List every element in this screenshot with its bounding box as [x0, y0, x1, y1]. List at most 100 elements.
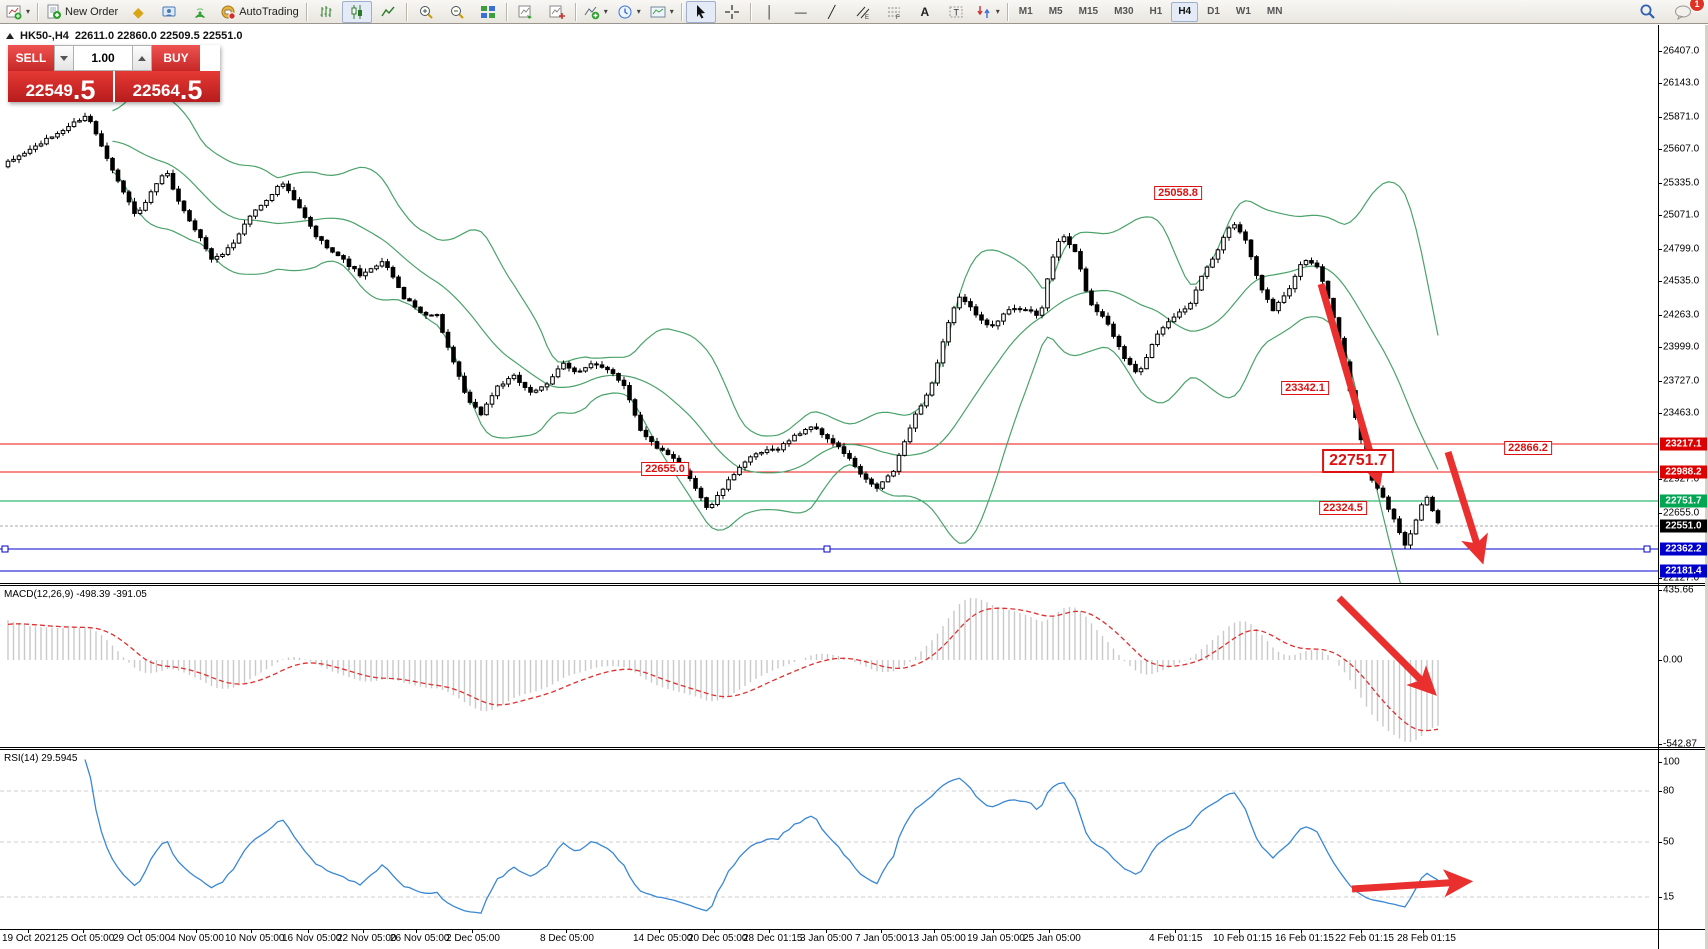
horizontal-line-tool-button[interactable]: — [786, 1, 816, 23]
triangle-up-icon [138, 56, 146, 61]
autotrading-button[interactable]: AutoTrading [216, 1, 303, 23]
chart-shift-button[interactable] [542, 1, 572, 23]
candlestick-mode-button[interactable] [342, 1, 372, 23]
time-tick-mark [196, 929, 197, 933]
bar-chart-icon [318, 4, 334, 20]
zoom-out-button[interactable] [442, 1, 472, 23]
sell-price-fraction: .5 [73, 79, 96, 101]
zoom-in-button[interactable] [411, 1, 441, 23]
price-annotation[interactable]: 22751.7 [1322, 449, 1394, 473]
buy-price[interactable]: 22564.5 [115, 71, 220, 102]
templates-button[interactable]: ▾ [646, 1, 678, 23]
notifications-button[interactable]: 1 [1668, 1, 1698, 23]
signals-button[interactable] [185, 1, 215, 23]
buy-button[interactable]: BUY [152, 45, 200, 71]
timeframe-button-M15[interactable]: M15 [1072, 2, 1105, 22]
toolbar-separator [506, 3, 508, 21]
macd-pane[interactable] [0, 586, 1658, 746]
rsi-axis-label: 50 [1663, 837, 1674, 848]
triangle-down-icon [60, 56, 68, 61]
price-annotation[interactable]: 23342.1 [1281, 381, 1329, 395]
time-axis-label: 13 Jan 05:00 [908, 933, 966, 944]
rsi-tick-mark [1658, 897, 1662, 898]
horizontal-level-lines[interactable] [0, 444, 1658, 571]
arrows-tool-button[interactable]: ▾ [972, 1, 1004, 23]
red-arrow-annotation[interactable] [1339, 598, 1429, 688]
time-axis-label: 28 Feb 01:15 [1397, 933, 1456, 944]
macd-axis-label: -542.87 [1663, 739, 1697, 750]
price-annotation[interactable]: 22866.2 [1504, 441, 1552, 455]
timeframe-button-M5[interactable]: M5 [1042, 2, 1070, 22]
metaeditor-button[interactable]: ◆ [123, 1, 153, 23]
new-order-button[interactable]: New Order [42, 1, 122, 23]
periods-button[interactable]: ▾ [613, 1, 645, 23]
rsi-tick-mark [1658, 762, 1662, 763]
fibonacci-tool-button[interactable]: F [879, 1, 909, 23]
new-chart-button[interactable]: ▾ [2, 1, 34, 23]
clock-icon [617, 4, 633, 20]
vertical-line-icon: │ [766, 6, 774, 18]
price-annotation[interactable]: 22655.0 [641, 462, 689, 476]
red-arrow-annotation[interactable] [1352, 882, 1462, 889]
time-axis-label: 2 Dec 05:00 [446, 933, 500, 944]
volume-decrease-button[interactable] [54, 45, 74, 71]
timeframe-button-H4[interactable]: H4 [1171, 2, 1198, 22]
timeframe-button-W1[interactable]: W1 [1229, 2, 1258, 22]
svg-text:F: F [896, 15, 900, 20]
indicators-button[interactable]: ▾ [580, 1, 612, 23]
pane-separator[interactable] [0, 747, 1708, 748]
line-handle[interactable] [2, 546, 8, 552]
time-axis-label: 10 Feb 01:15 [1213, 933, 1272, 944]
volume-input[interactable] [74, 45, 132, 71]
trendline-tool-button[interactable]: ╱ [817, 1, 847, 23]
sell-price-main: 22549 [26, 81, 73, 101]
chevron-down-icon: ▾ [670, 7, 674, 16]
price-chart-pane[interactable] [0, 25, 1658, 583]
timeframe-button-M30[interactable]: M30 [1107, 2, 1140, 22]
search-button[interactable] [1632, 1, 1662, 23]
sell-price[interactable]: 22549.5 [8, 71, 113, 102]
autotrading-label: AutoTrading [239, 6, 299, 18]
text-tool-button[interactable]: A [910, 1, 940, 23]
timeframe-button-M1[interactable]: M1 [1012, 2, 1040, 22]
price-annotation[interactable]: 25058.8 [1154, 186, 1202, 200]
sell-button[interactable]: SELL [8, 45, 54, 71]
time-axis-label: 19 Jan 05:00 [967, 933, 1025, 944]
search-icon [1639, 3, 1656, 20]
collapse-trade-panel-icon[interactable] [6, 33, 14, 39]
tile-windows-button[interactable] [473, 1, 503, 23]
bar-chart-mode-button[interactable] [311, 1, 341, 23]
horizontal-line-icon: — [795, 6, 807, 18]
timeframe-button-MN[interactable]: MN [1260, 2, 1290, 22]
rsi-pane[interactable] [0, 750, 1658, 928]
line-handle[interactable] [824, 546, 830, 552]
rsi-axis-label: 100 [1663, 757, 1680, 768]
auto-scroll-button[interactable] [511, 1, 541, 23]
pane-separator[interactable] [0, 583, 1708, 584]
time-axis-label: 20 Dec 05:00 [688, 933, 748, 944]
red-arrow-annotation[interactable] [1448, 452, 1480, 554]
timeframe-button-D1[interactable]: D1 [1200, 2, 1227, 22]
price-axis-label: 23727.0 [1663, 376, 1699, 387]
candlestick-icon [349, 4, 365, 20]
crosshair-button[interactable] [717, 1, 747, 23]
toolbar-separator [575, 3, 577, 21]
price-axis-label: 26407.0 [1663, 46, 1699, 57]
rsi-axis-label: 15 [1663, 892, 1674, 903]
vertical-line-tool-button[interactable]: │ [755, 1, 785, 23]
price-annotation[interactable]: 22324.5 [1319, 501, 1367, 515]
text-label-tool-button[interactable]: T [941, 1, 971, 23]
cursor-button[interactable] [686, 1, 716, 23]
time-tick-mark [881, 929, 882, 933]
red-arrow-annotation[interactable] [1321, 284, 1377, 476]
volume-increase-button[interactable] [132, 45, 152, 71]
line-handle[interactable] [1644, 546, 1650, 552]
terminal-button[interactable] [154, 1, 184, 23]
notification-badge: 1 [1689, 0, 1705, 12]
signals-icon [192, 4, 208, 20]
line-chart-mode-button[interactable] [373, 1, 403, 23]
timeframe-button-H1[interactable]: H1 [1143, 2, 1170, 22]
price-axis-label: 25871.0 [1663, 112, 1699, 123]
channel-tool-button[interactable]: E [848, 1, 878, 23]
time-tick-mark [993, 929, 994, 933]
